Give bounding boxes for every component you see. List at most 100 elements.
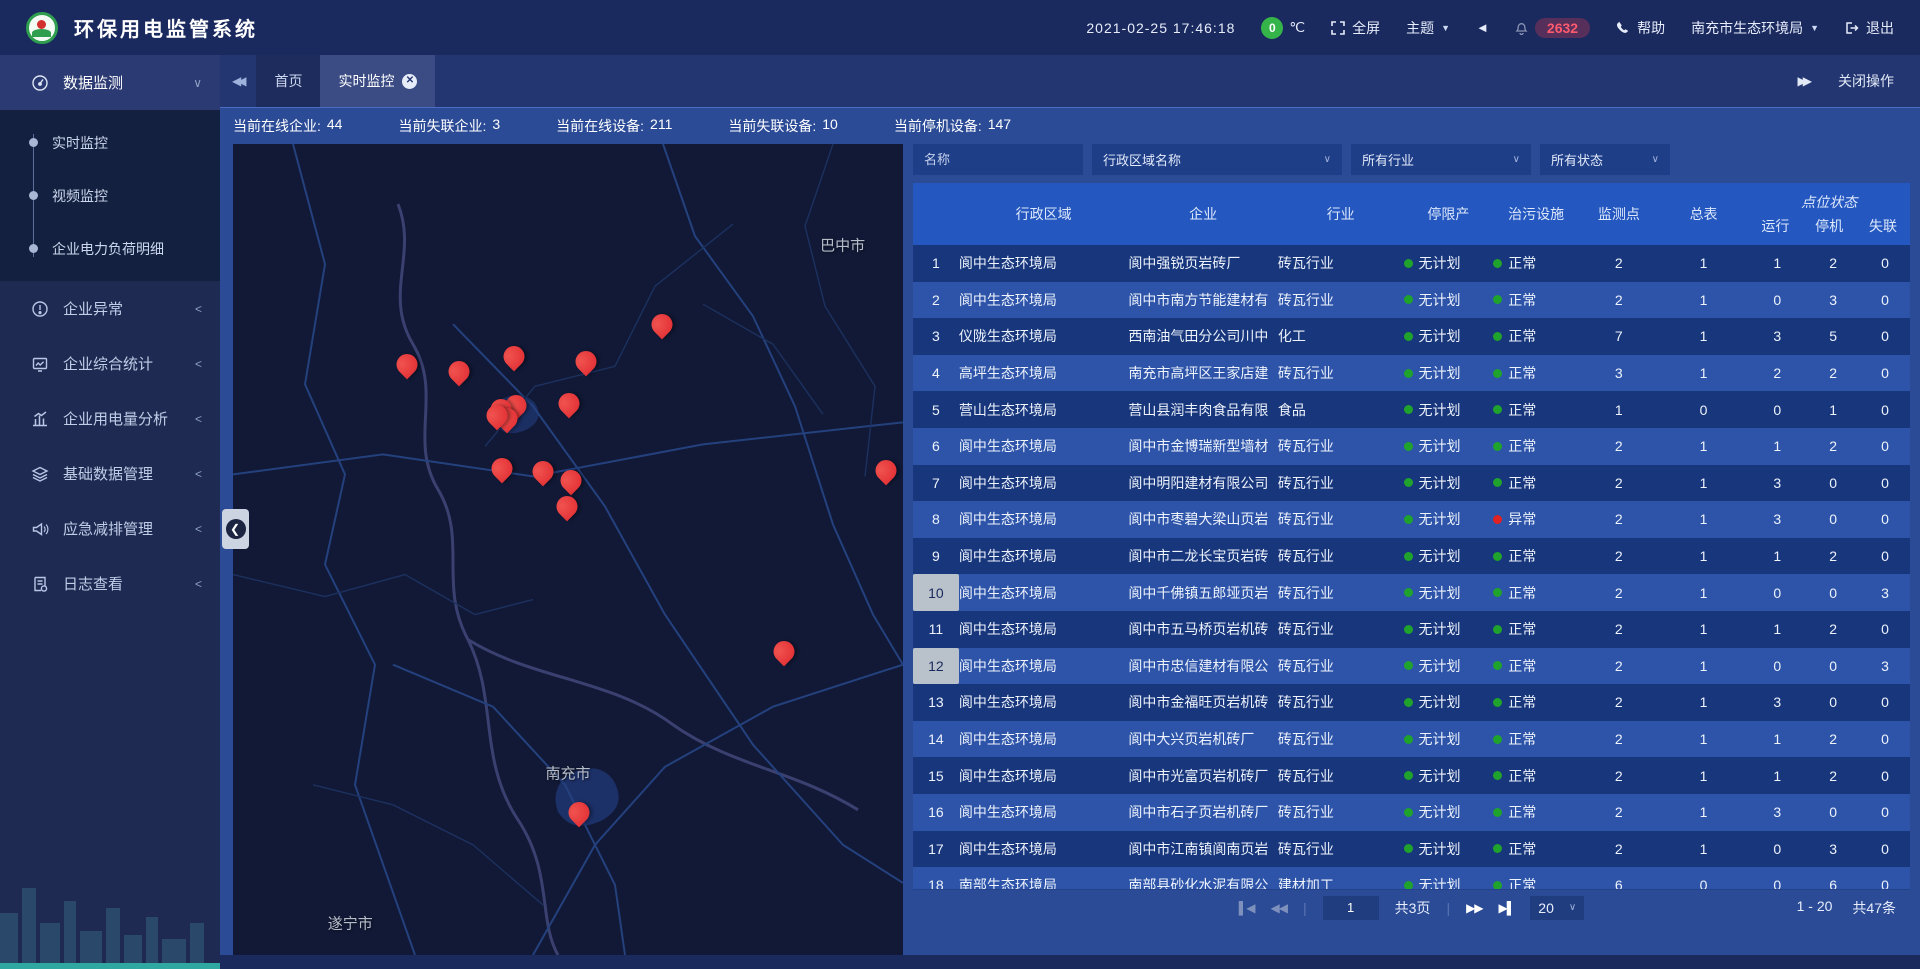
status-dot-green [1404,332,1413,341]
row-index: 2 [913,282,959,319]
table-row[interactable]: 1 阆中生态环境局 阆中强锐页岩砖厂 砖瓦行业 无计划 正常 2 1 1 2 0 [913,245,1910,282]
next-page-icon[interactable]: ▶▶ [1466,901,1482,915]
row-company: 阆中强锐页岩砖厂 [1128,253,1278,273]
sidebar-item-base-data-management[interactable]: 基础数据管理 < [0,446,220,501]
org-menu[interactable]: 南充市生态环境局 ▼ [1691,18,1819,38]
sidebar-item-video-monitoring[interactable]: 视频监控 [0,169,220,222]
stat-offline-devices: 当前失联设备:10 [728,116,837,136]
row-production: 无计划 [1404,253,1494,273]
status-dot [1493,478,1502,487]
status-select[interactable]: 所有状态∨ [1540,144,1670,175]
page-number-input[interactable] [1323,896,1379,920]
map-canvas[interactable]: ❮ 巴中市南充市遂宁市 [233,144,903,955]
row-offline-count: 0 [1860,548,1910,564]
row-run-count: 2 [1748,365,1806,381]
mute-button[interactable]: ◄ [1476,20,1489,35]
tab-home[interactable]: 首页 [256,55,320,107]
row-run-count: 3 [1748,694,1806,710]
sidebar-item-power-usage-analysis[interactable]: 企业用电量分析 < [0,391,220,446]
row-facility: 正常 [1493,363,1579,383]
row-monitor-count: 2 [1579,475,1659,491]
table-row[interactable]: 18 南部生态环境局 南部县砂化水泥有限公 建材加工 无计划 正常 6 0 0 … [913,867,1910,889]
row-region: 南部生态环境局 [959,875,1128,889]
table-row[interactable]: 17 阆中生态环境局 阆中市江南镇阆南页岩 砖瓦行业 无计划 正常 2 1 0 … [913,831,1910,868]
row-company: 南充市高坪区王家店建 [1128,363,1278,383]
sidebar-item-realtime-monitoring[interactable]: 实时监控 [0,116,220,169]
tabs-scroll-right-icon[interactable]: ▶▶ [1798,74,1808,88]
row-offline-count: 0 [1860,841,1910,857]
row-region: 阆中生态环境局 [959,839,1128,859]
row-stop-count: 0 [1806,511,1860,527]
stat-offline-enterprises: 当前失联企业:3 [398,116,500,136]
row-offline-count: 0 [1860,877,1910,889]
sidebar-item-data-monitoring[interactable]: 数据监测 ∨ [0,55,220,110]
close-icon[interactable]: ✕ [402,74,417,89]
total-pages-label: 共3页 [1395,898,1431,918]
row-company: 阆中明阳建材有限公司 [1128,473,1278,493]
table-row[interactable]: 2 阆中生态环境局 阆中市南方节能建材有 砖瓦行业 无计划 正常 2 1 0 3… [913,282,1910,319]
sidebar-item-enterprise-anomaly[interactable]: 企业异常 < [0,281,220,336]
table-row[interactable]: 5 营山生态环境局 营山县润丰肉食品有限 食品 无计划 正常 1 0 0 1 0 [913,391,1910,428]
notifications[interactable]: 2632 [1515,18,1590,38]
status-dot-green [1404,552,1413,561]
row-monitor-count: 2 [1579,694,1659,710]
row-run-count: 0 [1748,877,1806,889]
table-row[interactable]: 14 阆中生态环境局 阆中大兴页岩机砖厂 砖瓦行业 无计划 正常 2 1 1 2… [913,721,1910,758]
help-button[interactable]: 帮助 [1616,18,1665,38]
sidebar: 数据监测 ∨ 实时监控 视频监控 企业电力负荷明细 企业异常 < 企业综合统计 … [0,55,220,969]
row-monitor-count: 2 [1579,438,1659,454]
chevron-left-icon: < [195,577,202,591]
table-row[interactable]: 13 阆中生态环境局 阆中市金福旺页岩机砖 砖瓦行业 无计划 正常 2 1 3 … [913,684,1910,721]
row-production: 无计划 [1404,363,1494,383]
row-monitor-count: 2 [1579,511,1659,527]
row-offline-count: 0 [1860,511,1910,527]
row-index: 14 [913,721,959,758]
row-company: 阆中大兴页岩机砖厂 [1128,729,1278,749]
table-row[interactable]: 3 仪陇生态环境局 西南油气田分公司川中 化工 无计划 正常 7 1 3 5 0 [913,318,1910,355]
row-run-count: 0 [1748,841,1806,857]
table-row[interactable]: 4 高坪生态环境局 南充市高坪区王家店建 砖瓦行业 无计划 正常 3 1 2 2… [913,355,1910,392]
row-industry: 砖瓦行业 [1278,766,1404,786]
theme-menu[interactable]: 主题 ▼ [1406,18,1450,38]
industry-select[interactable]: 所有行业∨ [1351,144,1531,175]
status-dot-green [1404,259,1413,268]
row-stop-count: 0 [1806,694,1860,710]
tabs-scroll-left-icon[interactable]: ◀◀ [232,74,242,88]
tab-realtime-monitoring[interactable]: 实时监控 ✕ [320,55,435,107]
row-monitor-count: 6 [1579,877,1659,889]
row-stop-count: 0 [1806,475,1860,491]
table-row[interactable]: 8 阆中生态环境局 阆中市枣碧大梁山页岩 砖瓦行业 无计划 异常 2 1 3 0… [913,501,1910,538]
sidebar-item-enterprise-statistics[interactable]: 企业综合统计 < [0,336,220,391]
region-select[interactable]: 行政区域名称∨ [1092,144,1342,175]
table-row[interactable]: 16 阆中生态环境局 阆中市石子页岩机砖厂 砖瓦行业 无计划 正常 2 1 3 … [913,794,1910,831]
row-run-count: 1 [1748,255,1806,271]
table-row[interactable]: 12 阆中生态环境局 阆中市忠信建材有限公 砖瓦行业 无计划 正常 2 1 0 … [913,648,1910,685]
fullscreen-button[interactable]: 全屏 [1331,18,1380,38]
sidebar-item-power-load-detail[interactable]: 企业电力负荷明细 [0,222,220,275]
table-row[interactable]: 15 阆中生态环境局 阆中市光富页岩机砖厂 砖瓦行业 无计划 正常 2 1 1 … [913,757,1910,794]
status-dot [1493,771,1502,780]
table-row[interactable]: 6 阆中生态环境局 阆中市金博瑞新型墙材 砖瓦行业 无计划 正常 2 1 1 2… [913,428,1910,465]
row-industry: 砖瓦行业 [1278,839,1404,859]
table-row[interactable]: 10 阆中生态环境局 阆中千佛镇五郎垭页岩 砖瓦行业 无计划 正常 2 1 0 … [913,574,1910,611]
page-size-select[interactable]: 20 ∨ [1530,896,1584,920]
sidebar-item-log-view[interactable]: 日志查看 < [0,556,220,611]
table-row[interactable]: 11 阆中生态环境局 阆中市五马桥页岩机砖 砖瓦行业 无计划 正常 2 1 1 … [913,611,1910,648]
row-meter-count: 1 [1659,475,1749,491]
row-industry: 化工 [1278,326,1404,346]
col-monitor: 监测点 [1579,183,1659,245]
sidebar-item-emergency-reduction[interactable]: 应急减排管理 < [0,501,220,556]
last-page-icon[interactable]: ▶▌ [1499,901,1515,915]
close-operations-button[interactable]: 关闭操作 [1838,71,1894,91]
table-row[interactable]: 9 阆中生态环境局 阆中市二龙长宝页岩砖 砖瓦行业 无计划 正常 2 1 1 2… [913,538,1910,575]
map-collapse-button[interactable]: ❮ [222,509,249,549]
logout-button[interactable]: 退出 [1845,18,1894,38]
prev-page-icon[interactable]: ◀◀ [1271,901,1287,915]
status-dot [1493,881,1502,889]
row-company: 阆中市金博瑞新型墙材 [1128,436,1278,456]
row-run-count: 1 [1748,731,1806,747]
table-row[interactable]: 7 阆中生态环境局 阆中明阳建材有限公司 砖瓦行业 无计划 正常 2 1 3 0… [913,465,1910,502]
first-page-icon[interactable]: ▌◀ [1239,901,1255,915]
row-company: 阆中市二龙长宝页岩砖 [1128,546,1278,566]
name-search-input[interactable] [913,144,1083,175]
